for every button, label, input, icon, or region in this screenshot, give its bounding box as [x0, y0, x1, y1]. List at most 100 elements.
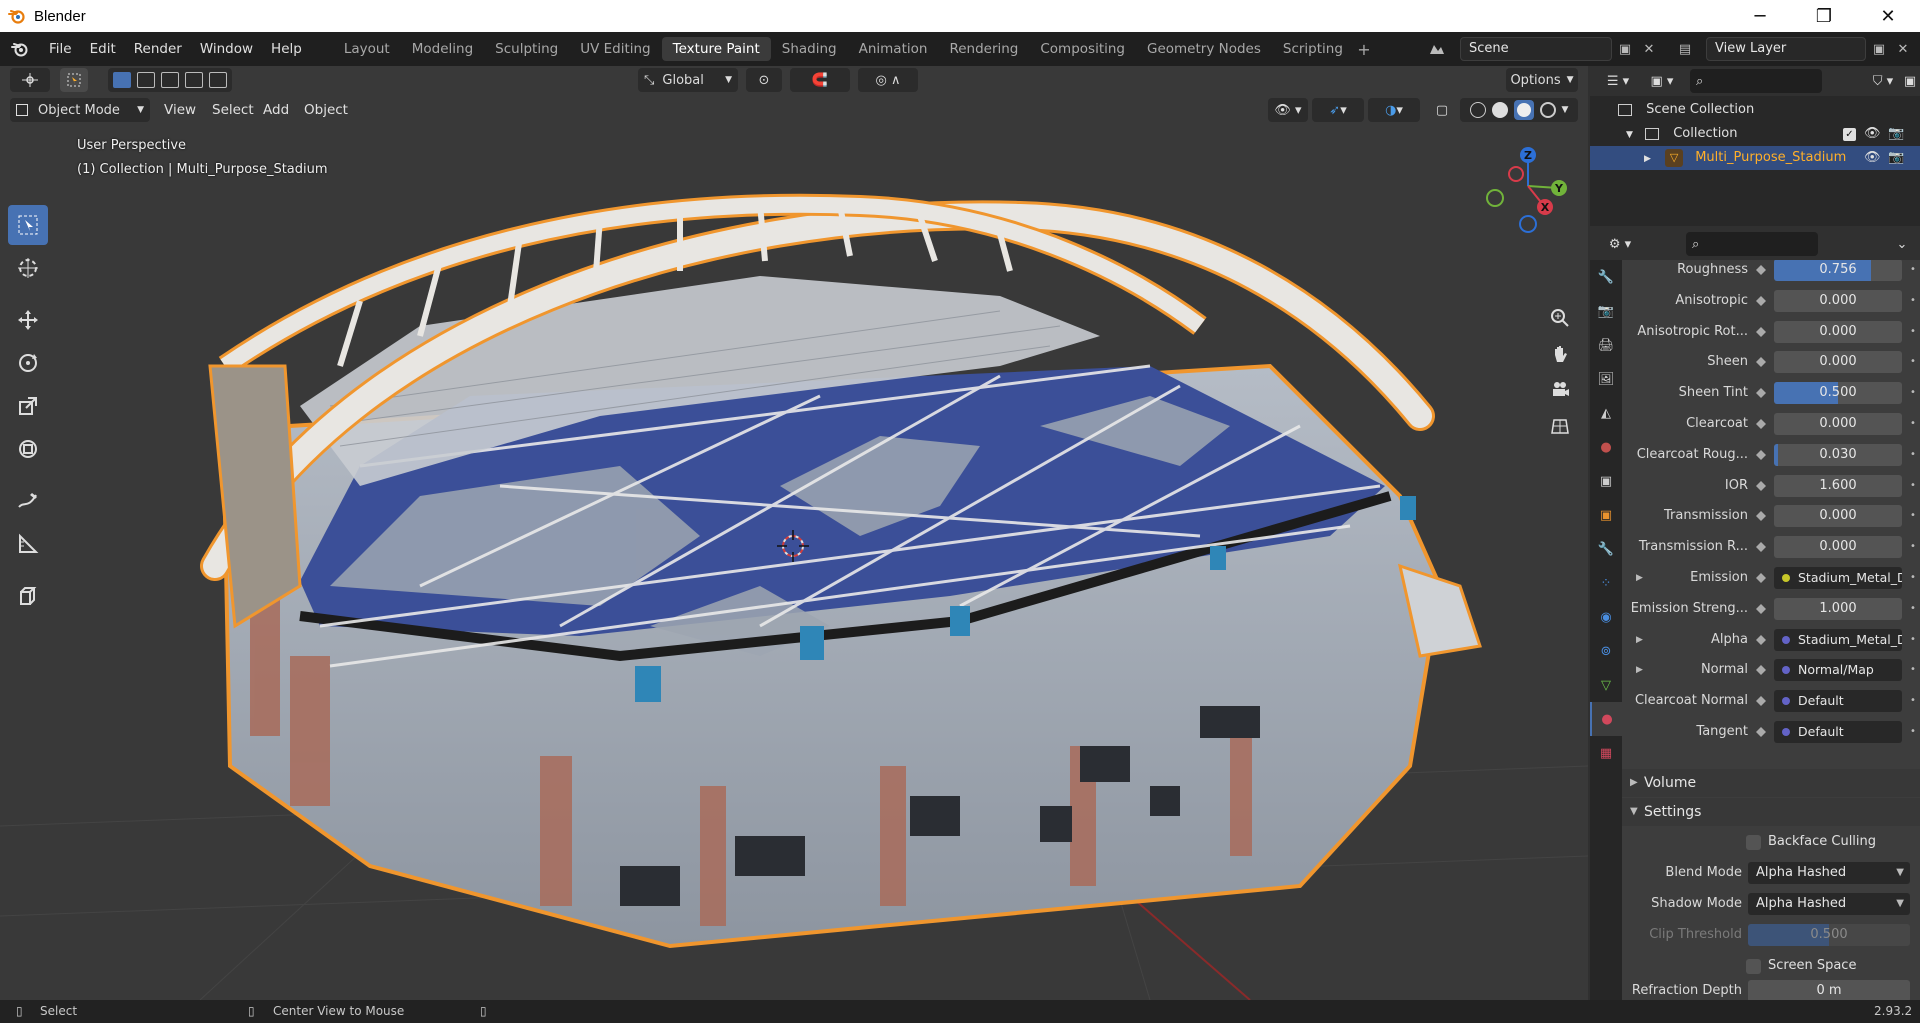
workspace-tab-sculpting[interactable]: Sculpting: [484, 37, 569, 61]
expand-arrow-icon[interactable]: ▶: [1644, 154, 1651, 164]
socket-link-icon[interactable]: [1754, 355, 1768, 369]
output-tab-icon[interactable]: 🖨: [1590, 328, 1622, 362]
settings-section-header[interactable]: ▼ Settings: [1622, 798, 1920, 826]
workspace-tab-rendering[interactable]: Rendering: [938, 37, 1029, 61]
select-extend-icon[interactable]: [137, 72, 155, 88]
measure-tool-icon[interactable]: [8, 524, 48, 564]
camera-render-icon[interactable]: 📷: [1888, 146, 1904, 170]
options-dropdown[interactable]: Options ▼: [1506, 68, 1578, 92]
add-workspace-icon[interactable]: +: [1354, 40, 1374, 59]
animate-property-icon[interactable]: •: [1910, 289, 1916, 313]
socket-link-icon[interactable]: [1754, 725, 1768, 739]
outliner-row-collection[interactable]: ▼ Collection ✓ 👁 📷: [1590, 122, 1920, 146]
expand-arrow-icon[interactable]: ▶: [1636, 566, 1643, 590]
animate-property-icon[interactable]: •: [1910, 474, 1916, 498]
expand-arrow-icon[interactable]: ▶: [1636, 628, 1643, 652]
camera-view-icon[interactable]: [1544, 374, 1576, 406]
add-cube-tool-icon[interactable]: [8, 576, 48, 616]
workspace-tab-compositing[interactable]: Compositing: [1029, 37, 1136, 61]
socket-link-icon[interactable]: [1754, 509, 1768, 523]
pan-hand-icon[interactable]: [1544, 338, 1576, 370]
shadow-mode-dropdown[interactable]: Alpha Hashed ▼: [1748, 893, 1910, 915]
prop-field-sheen[interactable]: 0.000: [1774, 351, 1902, 374]
prop-field-ior[interactable]: 1.600: [1774, 474, 1902, 497]
stadium-render[interactable]: Z Y X: [0, 66, 1588, 1000]
menu-window[interactable]: Window: [191, 32, 262, 66]
prop-link-tangent[interactable]: Default: [1774, 721, 1902, 743]
outliner-row-stadium[interactable]: ▶ ▽ Multi_Purpose_Stadium 👁 📷: [1590, 146, 1920, 170]
annotate-tool-icon[interactable]: [8, 481, 48, 521]
new-view-layer-icon[interactable]: ▣: [1866, 37, 1892, 61]
scene-browse-icon[interactable]: [1424, 37, 1450, 61]
chevron-down-icon[interactable]: ⌄: [1890, 232, 1914, 256]
wireframe-shading-icon[interactable]: [1469, 102, 1486, 118]
workspace-tab-animation[interactable]: Animation: [848, 37, 939, 61]
world-tab-icon[interactable]: ●: [1590, 430, 1622, 464]
xray-toggle-icon[interactable]: ▢: [1428, 98, 1456, 122]
camera-render-icon[interactable]: 📷: [1888, 122, 1904, 146]
solid-shading-icon[interactable]: [1491, 102, 1508, 118]
prop-field-clearcoat[interactable]: 0.000: [1774, 413, 1902, 435]
gizmo-toggle-icon[interactable]: ➶ ▾: [1312, 98, 1364, 122]
workspace-tab-scripting[interactable]: Scripting: [1272, 37, 1354, 61]
workspace-tab-modeling[interactable]: Modeling: [401, 37, 484, 61]
cursor-tool-icon[interactable]: [8, 248, 48, 288]
display-mode-icon[interactable]: ▣ ▾: [1642, 69, 1682, 93]
outliner-editor-type-icon[interactable]: ☰ ▾: [1598, 69, 1638, 93]
collection-tab-icon[interactable]: ▣: [1590, 464, 1622, 498]
animate-property-icon[interactable]: •: [1910, 720, 1916, 744]
animate-property-icon[interactable]: •: [1910, 504, 1916, 528]
maximize-button[interactable]: ❐: [1792, 0, 1856, 32]
backface-culling-checkbox[interactable]: [1746, 835, 1761, 850]
transform-orientation-dropdown[interactable]: ⤡ Global ▼: [638, 68, 738, 92]
ortho-grid-icon[interactable]: [1544, 410, 1576, 442]
menu-render[interactable]: Render: [125, 32, 191, 66]
snap-toggle-icon[interactable]: 🧲: [790, 68, 850, 92]
view-layer-tab-icon[interactable]: 🖼: [1590, 362, 1622, 396]
select-invert-icon[interactable]: [185, 72, 203, 88]
new-collection-icon[interactable]: ▣: [1900, 69, 1920, 93]
delete-scene-icon[interactable]: ✕: [1636, 37, 1662, 61]
prop-field-sheen-tint[interactable]: 0.500: [1774, 382, 1902, 405]
socket-link-icon[interactable]: [1754, 540, 1768, 554]
prop-field-roughness[interactable]: 0.756: [1774, 260, 1902, 281]
outliner-row-scene-collection[interactable]: Scene Collection: [1590, 98, 1920, 122]
blender-menu-icon[interactable]: [0, 41, 40, 57]
socket-link-icon[interactable]: [1754, 694, 1768, 708]
animate-property-icon[interactable]: •: [1910, 535, 1916, 559]
delete-view-layer-icon[interactable]: ✕: [1890, 37, 1916, 61]
material-tab-icon[interactable]: ●: [1590, 702, 1622, 736]
animate-property-icon[interactable]: •: [1910, 597, 1916, 621]
rendered-shading-icon[interactable]: [1539, 102, 1556, 118]
object-mode-dropdown[interactable]: Object Mode ▼: [10, 98, 150, 122]
refraction-depth-field[interactable]: 0 m: [1748, 980, 1910, 1000]
prop-link-normal[interactable]: Normal/Map: [1774, 659, 1902, 682]
material-preview-icon[interactable]: [1513, 100, 1534, 120]
overlays-toggle-icon[interactable]: ◑ ▾: [1368, 98, 1420, 122]
socket-link-icon[interactable]: [1754, 386, 1768, 400]
animate-property-icon[interactable]: •: [1910, 443, 1916, 467]
physics-tab-icon[interactable]: ◉: [1590, 600, 1622, 634]
menu-help[interactable]: Help: [262, 32, 311, 66]
select-subtract-icon[interactable]: [161, 72, 179, 88]
collapse-arrow-icon[interactable]: ▼: [1626, 130, 1633, 140]
viewport-menu-select[interactable]: Select: [212, 98, 254, 122]
zoom-icon[interactable]: [1544, 302, 1576, 334]
prop-field-emission-streng[interactable]: 1.000: [1774, 597, 1902, 620]
modifier-tab-icon[interactable]: 🔧: [1590, 532, 1622, 566]
eye-icon[interactable]: 👁: [1864, 122, 1881, 146]
menu-file[interactable]: File: [40, 32, 81, 66]
prop-link-clearcoat-normal[interactable]: Default: [1774, 690, 1902, 713]
animate-property-icon[interactable]: •: [1910, 658, 1916, 682]
minimize-button[interactable]: ─: [1728, 0, 1792, 32]
view-layer-field[interactable]: View Layer: [1706, 37, 1866, 61]
proportional-edit-icon[interactable]: ◎ ∧: [858, 68, 918, 92]
workspace-tab-geometry-nodes[interactable]: Geometry Nodes: [1136, 37, 1272, 61]
3d-viewport[interactable]: Z Y X ⤡ Global ▼ ⊙ 🧲 ◎ ∧ Options ▼ Objec…: [0, 66, 1588, 1000]
scene-tab-icon[interactable]: ◭: [1590, 396, 1622, 430]
prop-field-transmission-r[interactable]: 0.000: [1774, 536, 1902, 559]
filter-icon[interactable]: ⛉ ▾: [1866, 69, 1900, 93]
workspace-tab-shading[interactable]: Shading: [771, 37, 848, 61]
select-new-icon[interactable]: [113, 72, 131, 88]
prop-field-anisotropic-rot[interactable]: 0.000: [1774, 320, 1902, 343]
